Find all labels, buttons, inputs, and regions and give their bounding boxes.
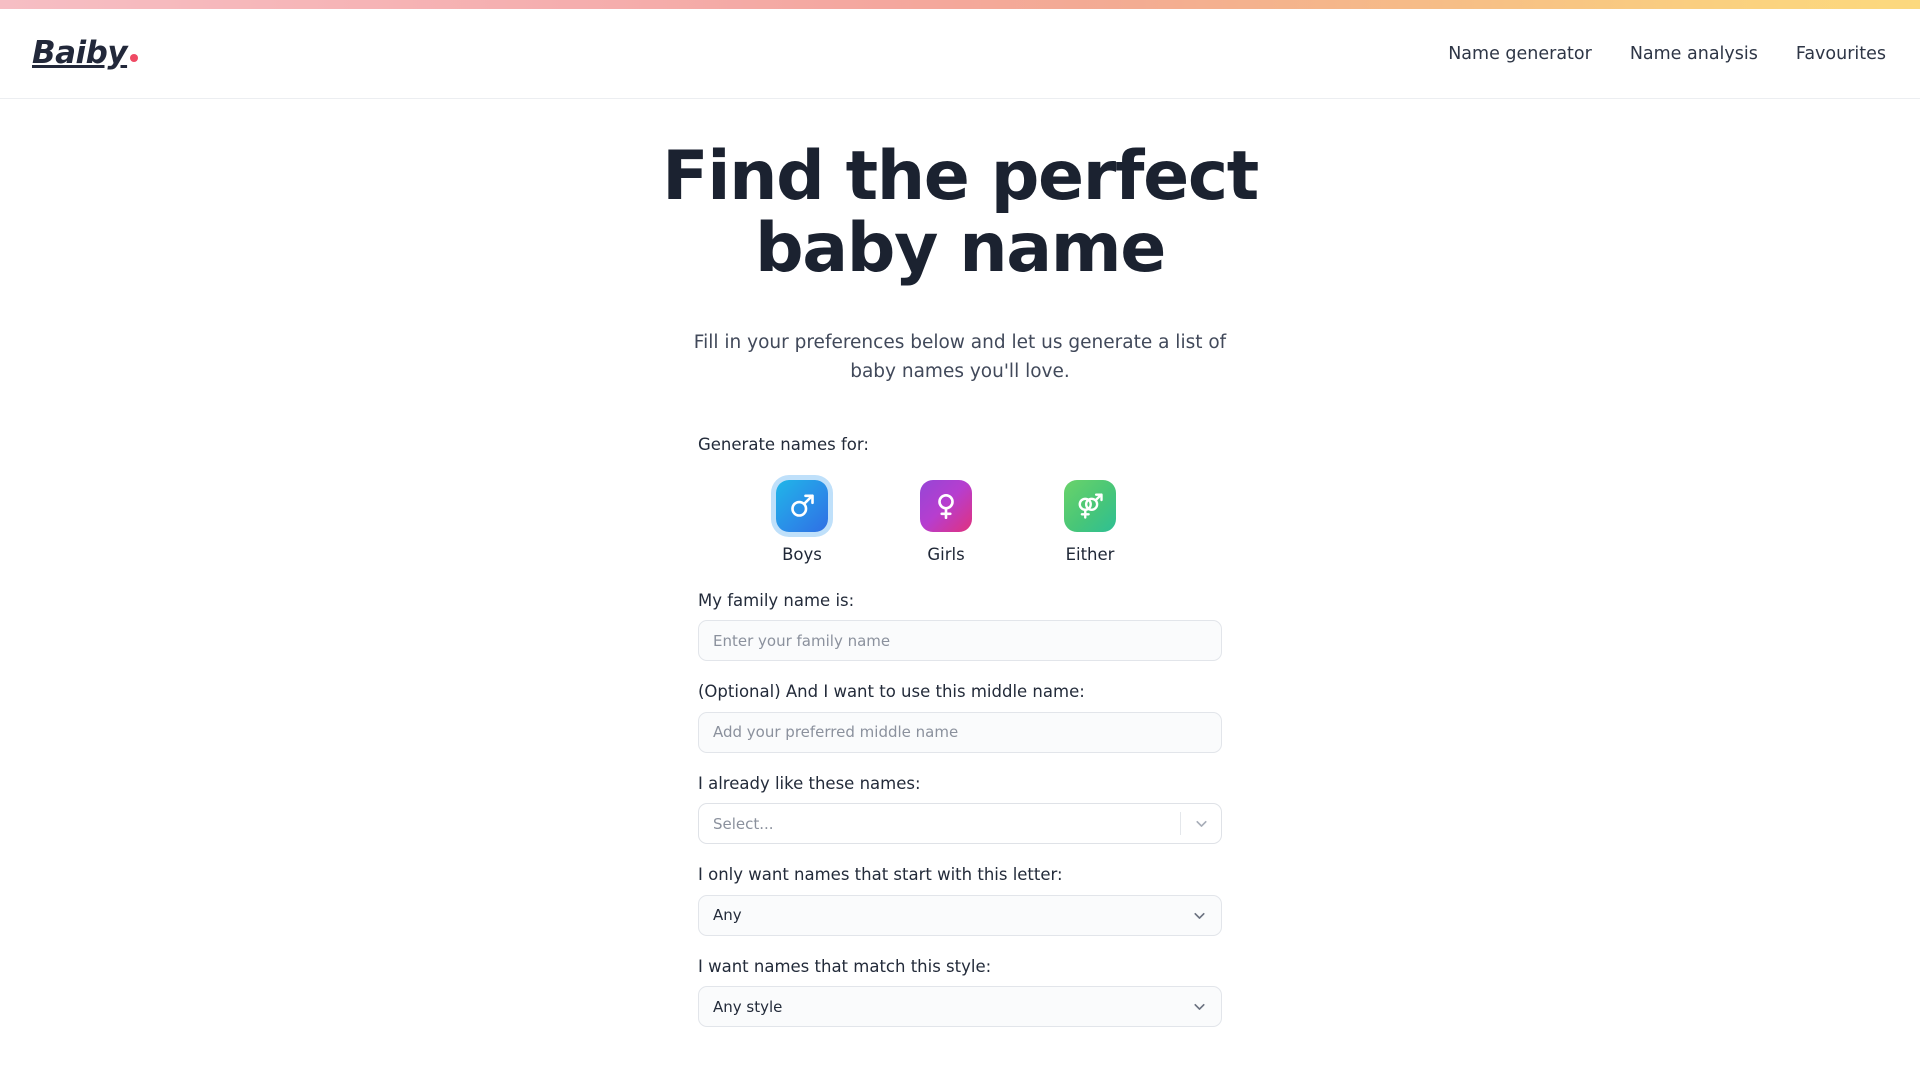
middle-name-label: (Optional) And I want to use this middle… bbox=[698, 682, 1085, 702]
brand-logo[interactable]: Baiby bbox=[32, 35, 139, 71]
top-gradient-bar bbox=[0, 0, 1920, 9]
page-content: Find the perfect baby name Fill in your … bbox=[0, 99, 1920, 1028]
name-preferences-form: Generate names for: Boys Girls Either My… bbox=[698, 387, 1222, 1028]
nav-link-favourites[interactable]: Favourites bbox=[1796, 44, 1886, 64]
family-name-label: My family name is: bbox=[698, 590, 855, 610]
page-title: Find the perfect baby name bbox=[662, 137, 1259, 289]
hero-section: Find the perfect baby name Fill in your … bbox=[605, 137, 1315, 387]
gender-options-group: Boys Girls Either bbox=[698, 479, 1222, 564]
page-subtitle: Fill in your preferences below and let u… bbox=[693, 332, 1227, 382]
liked-names-label: I already like these names: bbox=[698, 773, 921, 793]
start-letter-group: I only want names that start with this l… bbox=[698, 864, 1222, 936]
venus-mars-icon bbox=[1064, 479, 1116, 532]
liked-names-select[interactable]: Select... bbox=[698, 803, 1222, 845]
gender-group-label: Generate names for: bbox=[698, 434, 869, 454]
gender-option-either-label: Either bbox=[1065, 544, 1115, 564]
start-letter-select[interactable]: AnyABCDEFGHIJKLMNOPQRSTUVWXYZ bbox=[698, 894, 1222, 936]
nav-link-name-generator[interactable]: Name generator bbox=[1448, 44, 1592, 64]
gender-option-girls[interactable]: Girls bbox=[918, 479, 974, 564]
family-name-input[interactable] bbox=[698, 620, 1222, 662]
venus-icon bbox=[920, 479, 972, 532]
gender-option-girls-label: Girls bbox=[927, 544, 965, 564]
start-letter-label: I only want names that start with this l… bbox=[698, 865, 1063, 885]
name-style-label: I want names that match this style: bbox=[698, 956, 992, 976]
nav-link-name-analysis[interactable]: Name analysis bbox=[1630, 44, 1758, 64]
name-style-select[interactable]: Any styleClassicModernUniqueTraditionalV… bbox=[698, 986, 1222, 1028]
middle-name-input[interactable] bbox=[698, 711, 1222, 753]
site-header: Baiby Name generator Name analysis Favou… bbox=[0, 9, 1920, 99]
chevron-down-icon[interactable] bbox=[1181, 815, 1221, 832]
middle-name-group: (Optional) And I want to use this middle… bbox=[698, 681, 1222, 753]
mars-icon bbox=[776, 479, 828, 532]
liked-names-placeholder: Select... bbox=[713, 814, 774, 833]
family-name-group: My family name is: bbox=[698, 590, 1222, 662]
name-style-group: I want names that match this style: Any … bbox=[698, 956, 1222, 1028]
brand-logo-dot bbox=[130, 54, 139, 62]
main-nav: Name generator Name analysis Favourites bbox=[1448, 44, 1886, 64]
gender-option-either[interactable]: Either bbox=[1062, 479, 1118, 564]
liked-names-group: I already like these names: Select... bbox=[698, 773, 1222, 845]
brand-logo-text: Baiby bbox=[32, 35, 128, 71]
gender-option-boys-label: Boys bbox=[782, 544, 822, 564]
gender-option-boys[interactable]: Boys bbox=[774, 479, 830, 564]
